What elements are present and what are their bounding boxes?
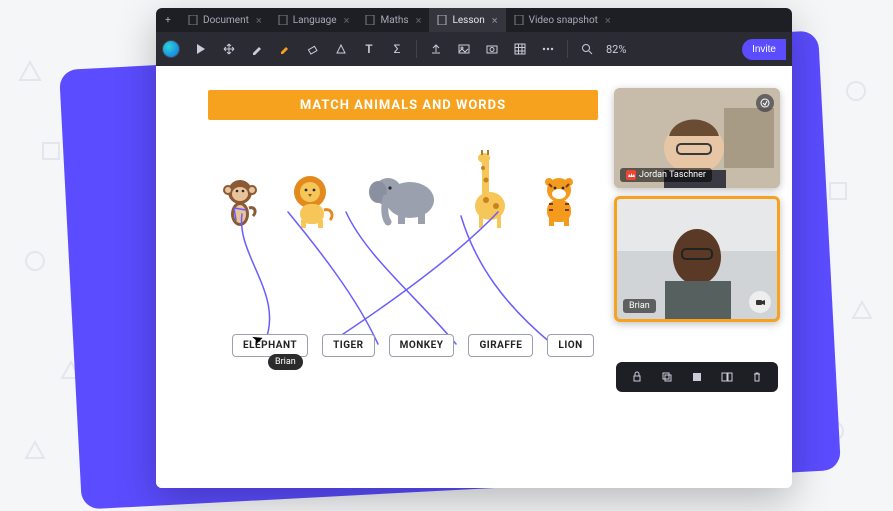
layout-fill-button[interactable] — [686, 366, 708, 388]
zoom-level[interactable]: 82% — [606, 43, 626, 56]
doc-icon — [365, 15, 375, 25]
doc-icon — [437, 15, 447, 25]
pen-tool[interactable] — [244, 36, 270, 62]
word-lion[interactable]: LION — [547, 334, 593, 357]
zoom-tool[interactable] — [574, 36, 600, 62]
animal-monkey[interactable] — [218, 174, 262, 228]
animal-tiger[interactable] — [532, 174, 586, 228]
new-tab-button[interactable]: + — [156, 8, 180, 32]
toolbar: T Σ 82% Invite — [156, 32, 792, 66]
tab-maths[interactable]: Maths × — [357, 8, 429, 32]
invite-button[interactable]: Invite — [742, 39, 786, 60]
options-tool[interactable] — [535, 36, 561, 62]
separator — [567, 40, 568, 58]
camera-tool[interactable] — [479, 36, 505, 62]
animal-giraffe[interactable] — [464, 150, 508, 228]
text-tool[interactable]: T — [356, 36, 382, 62]
highlighter-tool[interactable] — [272, 36, 298, 62]
expand-icon[interactable] — [756, 94, 774, 112]
lion-icon — [286, 174, 344, 228]
close-icon[interactable]: × — [256, 14, 262, 27]
copy-button[interactable] — [656, 366, 678, 388]
close-icon[interactable]: × — [416, 14, 422, 27]
upload-tool[interactable] — [423, 36, 449, 62]
doc-icon — [278, 15, 288, 25]
host-name-label: Jordan Taschner — [639, 170, 706, 180]
word-monkey[interactable]: MONKEY — [389, 334, 455, 357]
grid-tool[interactable] — [507, 36, 533, 62]
eraser-tool[interactable] — [300, 36, 326, 62]
canvas[interactable]: MATCH ANIMALS AND WORDS — [156, 66, 792, 488]
tab-label: Lesson — [452, 15, 484, 26]
video-guest[interactable]: Brian — [614, 196, 780, 322]
shape-tool[interactable] — [328, 36, 354, 62]
camera-icon[interactable] — [749, 291, 771, 313]
tabstrip: + Document × Language × Maths × Lesson ×… — [156, 8, 792, 32]
lesson-title[interactable]: MATCH ANIMALS AND WORDS — [208, 90, 598, 120]
animal-elephant[interactable] — [368, 170, 440, 228]
word-giraffe[interactable]: GIRAFFE — [468, 334, 533, 357]
doc-icon — [514, 15, 524, 25]
video-host-name: Jordan Taschner — [620, 168, 712, 182]
tab-label: Maths — [380, 15, 408, 26]
video-host[interactable]: Jordan Taschner — [614, 88, 780, 188]
guest-name-label: Brian — [629, 301, 650, 311]
animal-lion[interactable] — [286, 174, 344, 228]
tab-label: Video snapshot — [529, 15, 598, 26]
formula-tool[interactable]: Σ — [384, 36, 410, 62]
word-tiger[interactable]: TIGER — [322, 334, 374, 357]
lock-button[interactable] — [626, 366, 648, 388]
app-window: + Document × Language × Maths × Lesson ×… — [156, 8, 792, 488]
tiger-icon — [532, 174, 586, 228]
tab-label: Language — [293, 15, 337, 26]
close-icon[interactable]: × — [492, 14, 498, 27]
video-guest-name: Brian — [623, 299, 656, 313]
tab-label: Document — [203, 15, 249, 26]
giraffe-icon — [464, 150, 508, 228]
delete-button[interactable] — [746, 366, 768, 388]
tab-language[interactable]: Language × — [270, 8, 358, 32]
monkey-icon — [218, 174, 262, 228]
remote-cursor-label: Brian — [268, 354, 303, 370]
tab-lesson[interactable]: Lesson × — [429, 8, 505, 32]
image-tool[interactable] — [451, 36, 477, 62]
elephant-icon — [368, 170, 440, 228]
tab-video-snapshot[interactable]: Video snapshot × — [506, 8, 619, 32]
tab-document[interactable]: Document × — [180, 8, 270, 32]
doc-icon — [188, 15, 198, 25]
animals-row — [218, 150, 586, 228]
layout-split-button[interactable] — [716, 366, 738, 388]
crown-icon — [626, 170, 636, 180]
video-controls — [616, 362, 778, 392]
user-avatar[interactable] — [162, 40, 180, 58]
move-tool[interactable] — [216, 36, 242, 62]
video-pane: Jordan Taschner Brian — [614, 88, 780, 322]
close-icon[interactable]: × — [605, 14, 611, 27]
close-icon[interactable]: × — [344, 14, 350, 27]
pointer-tool[interactable] — [188, 36, 214, 62]
separator — [416, 40, 417, 58]
